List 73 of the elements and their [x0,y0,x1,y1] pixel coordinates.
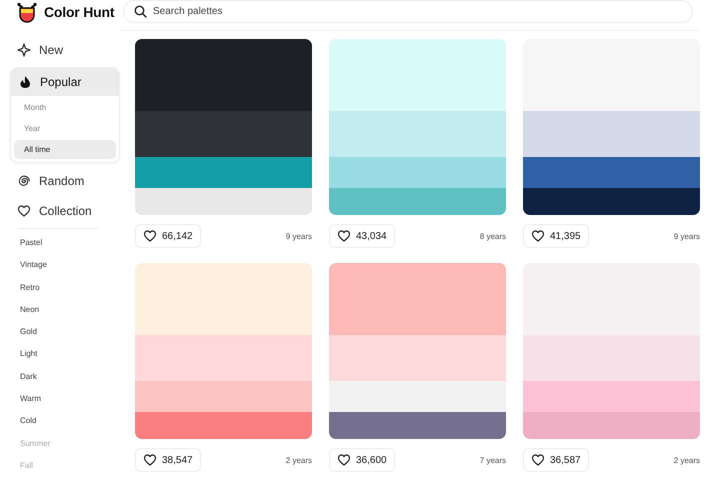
color-swatch[interactable] [329,188,506,215]
color-swatch[interactable] [523,381,700,412]
nav-item[interactable]: Random [10,168,120,194]
color-swatch[interactable] [523,263,700,335]
submenu-item[interactable]: Month [14,98,116,117]
color-swatch[interactable] [135,263,312,335]
submenu-item[interactable]: All time [14,140,116,159]
nav-item[interactable]: Collection [10,198,120,224]
age-label: 2 years [286,456,312,464]
color-swatch[interactable] [329,263,506,335]
heart-icon [337,453,351,467]
color-swatch[interactable] [523,39,700,111]
age-label: 2 years [674,456,700,464]
color-swatch[interactable] [135,188,312,215]
color-swatch[interactable] [523,188,700,215]
color-swatch[interactable] [135,157,312,188]
tag-link[interactable]: Neon [10,298,120,322]
like-button[interactable]: 41,395 [523,224,589,248]
age-label: 8 years [480,232,506,240]
tag-link[interactable]: Cold [10,410,120,433]
tag-link[interactable]: Pastel [10,232,120,254]
like-button[interactable]: 43,034 [329,224,395,248]
color-swatch[interactable] [135,39,312,111]
color-swatch[interactable] [135,381,312,412]
tag-link[interactable]: Vintage [10,254,120,277]
heart-icon [17,204,31,218]
submenu-item[interactable]: Year [14,119,116,138]
brand-name[interactable]: Color Hunt [44,4,114,20]
nav-item[interactable]: Popular [11,68,119,96]
color-palette[interactable] [135,39,312,215]
tag-link[interactable]: Retro [10,276,120,299]
search-bar[interactable]: Search palettes [123,0,693,23]
heart-icon [337,229,351,243]
like-button[interactable]: 66,142 [135,224,201,248]
heart-icon [531,229,545,243]
color-swatch[interactable] [523,412,700,439]
tag-link[interactable]: Warm [10,388,120,410]
logo-icon [16,1,38,23]
color-swatch[interactable] [329,39,506,111]
color-palette[interactable] [329,263,506,439]
color-swatch[interactable] [523,335,700,381]
color-swatch[interactable] [135,335,312,381]
color-palette[interactable] [523,263,700,439]
like-button[interactable]: 36,587 [523,448,589,472]
sparkle-icon [17,43,31,57]
color-swatch[interactable] [329,412,506,439]
color-swatch[interactable] [523,111,700,157]
like-button[interactable]: 38,547 [135,448,201,472]
color-palette[interactable] [329,39,506,215]
like-button[interactable]: 36,600 [329,448,395,472]
color-swatch[interactable] [329,111,506,157]
color-swatch[interactable] [329,335,506,381]
age-label: 7 years [480,456,506,464]
spiral-icon [17,174,31,188]
flame-icon [18,75,32,89]
tag-link[interactable]: Light [10,343,120,366]
search-icon [134,5,147,18]
heart-icon [143,229,157,243]
color-swatch[interactable] [329,381,506,412]
heart-icon [531,453,545,467]
color-swatch[interactable] [329,157,506,188]
nav-item[interactable]: New [10,37,120,63]
tag-link[interactable]: Gold [10,321,120,344]
color-palette[interactable] [523,39,700,215]
age-label: 9 years [286,232,312,240]
age-label: 9 years [674,232,700,240]
color-swatch[interactable] [135,412,312,439]
heart-icon [143,453,157,467]
search-field[interactable]: Search palettes [153,6,692,17]
tag-link[interactable]: Dark [10,366,120,388]
color-swatch[interactable] [523,157,700,188]
color-palette[interactable] [135,263,312,439]
color-swatch[interactable] [135,111,312,157]
